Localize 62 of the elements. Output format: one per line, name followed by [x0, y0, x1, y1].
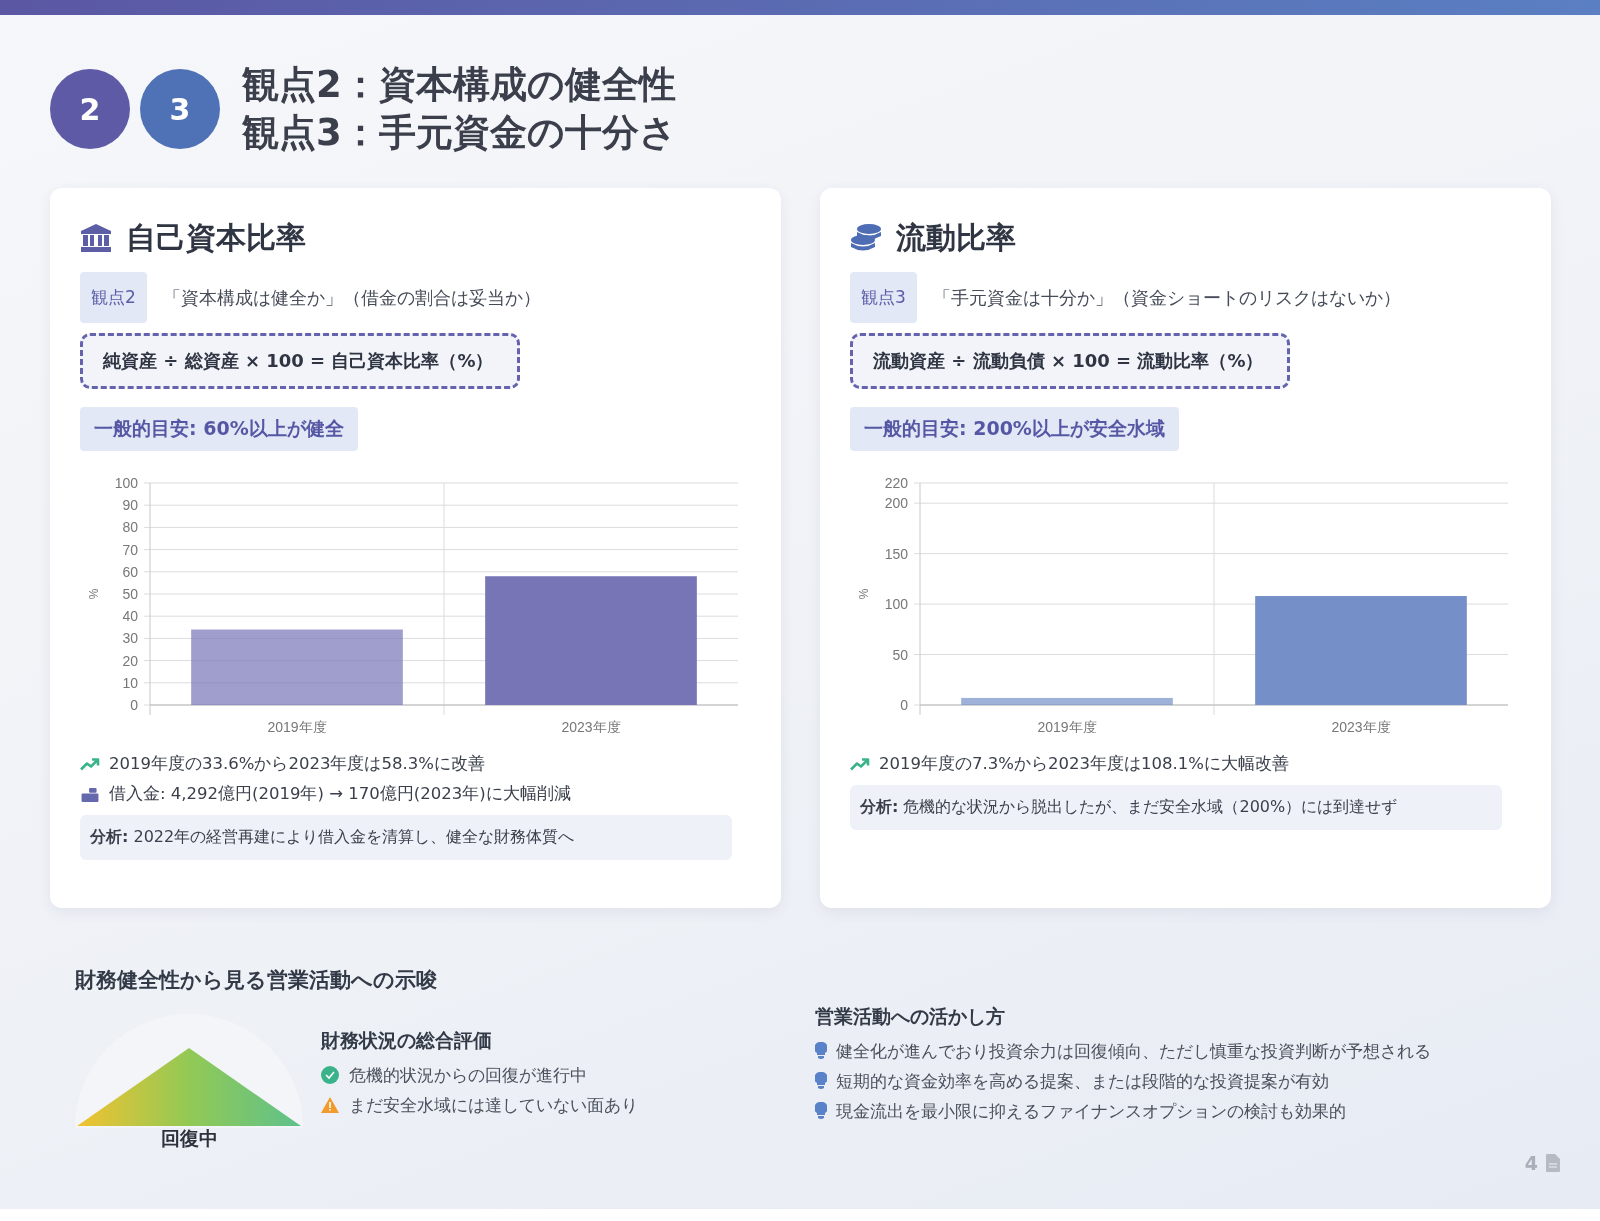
axis-tick-label: 60	[122, 563, 138, 580]
axis-title: %	[857, 588, 871, 600]
axis-category-label: 2023年度	[1331, 719, 1391, 733]
section-title: 財務健全性から見る営業活動への示唆	[75, 967, 438, 994]
point-text: 借入金: 4,292億円(2019年) → 170億円(2023年)に大幅削減	[109, 783, 571, 805]
axis-tick-label: 40	[122, 608, 138, 625]
axis-tick-label: 50	[122, 586, 138, 602]
formula-box: 流動資産 ÷ 流動負債 × 100 = 流動比率（%）	[850, 333, 1291, 389]
number-badge: 2	[50, 69, 130, 149]
question-text: 「資本構成は健全か」（借金の割合は妥当か）	[162, 285, 541, 310]
guideline-pill: 一般的目安: 200%以上が安全水域	[850, 407, 1179, 451]
bank-icon	[80, 223, 112, 253]
viewpoint-tag: 観点3	[850, 272, 917, 323]
axis-tick-label: 100	[884, 596, 908, 613]
axis-category-label: 2023年度	[561, 719, 621, 733]
card-title: 自己資本比率	[126, 218, 306, 257]
axis-tick-label: 80	[122, 519, 138, 536]
lightbulb-icon	[815, 1072, 827, 1090]
page-number: 4	[1524, 1152, 1538, 1174]
axis-tick-label: 0	[130, 697, 138, 713]
analysis-note: 分析: 危機的な状況から脱出したが、まだ安全水域（200%）には到達せず	[850, 785, 1502, 830]
evaluation-title: 財務状況の総合評価	[321, 1028, 493, 1053]
evaluation-text: まだ安全水域には達していない面あり	[349, 1093, 638, 1117]
axis-tick-label: 70	[122, 541, 138, 558]
trend-up-icon	[80, 756, 100, 772]
axis-title: %	[87, 588, 101, 600]
lightbulb-icon	[815, 1042, 827, 1060]
point-text: 2019年度の33.6%から2023年度は58.3%に改善	[109, 753, 485, 775]
axis-tick-label: 30	[122, 630, 138, 647]
axis-tick-label: 100	[114, 475, 138, 491]
gauge-label: 回復中	[160, 1126, 218, 1151]
axis-tick-label: 50	[892, 646, 908, 663]
usage-text: 短期的な資金効率を高める提案、または段階的な投資提案が有効	[836, 1069, 1329, 1093]
point-text: 2019年度の7.3%から2023年度は108.1%に大幅改善	[879, 753, 1289, 775]
card-title: 流動比率	[896, 218, 1016, 257]
axis-category-label: 2019年度	[267, 719, 327, 733]
analysis-note: 分析: 2022年の経営再建により借入金を清算し、健全な財務体質へ	[80, 815, 732, 860]
axis-tick-label: 220	[884, 475, 908, 491]
number-badge: 3	[140, 69, 220, 149]
axis-tick-label: 200	[884, 495, 908, 512]
axis-tick-label: 10	[122, 674, 138, 691]
usage-title: 営業活動への活かし方	[815, 1004, 1006, 1029]
viewpoint-tag: 観点2	[80, 272, 147, 323]
trend-up-icon	[850, 756, 870, 772]
usage-text: 現金流出を最小限に抑えるファイナンスオプションの検討も効果的	[836, 1099, 1346, 1123]
evaluation-text: 危機的状況からの回復が進行中	[349, 1063, 587, 1087]
question-text: 「手元資金は十分か」（資金ショートのリスクはないか）	[932, 285, 1401, 310]
axis-tick-label: 0	[900, 697, 908, 713]
coins-icon	[850, 223, 882, 253]
warning-icon	[321, 1096, 339, 1114]
slide-title: 観点3：手元資金の十分さ	[242, 110, 677, 156]
check-circle-icon	[321, 1066, 339, 1084]
axis-tick-label: 150	[884, 545, 908, 562]
lightbulb-icon	[815, 1102, 827, 1120]
axis-tick-label: 20	[122, 652, 138, 669]
slide-title: 観点2：資本構成の健全性	[242, 62, 677, 108]
document-icon	[1546, 1154, 1560, 1172]
axis-category-label: 2019年度	[1037, 719, 1097, 733]
formula-box: 純資産 ÷ 総資産 × 100 = 自己資本比率（%）	[80, 333, 521, 389]
axis-tick-label: 90	[122, 497, 138, 514]
usage-text: 健全化が進んでおり投資余力は回復傾向、ただし慎重な投資判断が予想される	[836, 1039, 1431, 1063]
guideline-pill: 一般的目安: 60%以上が健全	[80, 407, 358, 451]
